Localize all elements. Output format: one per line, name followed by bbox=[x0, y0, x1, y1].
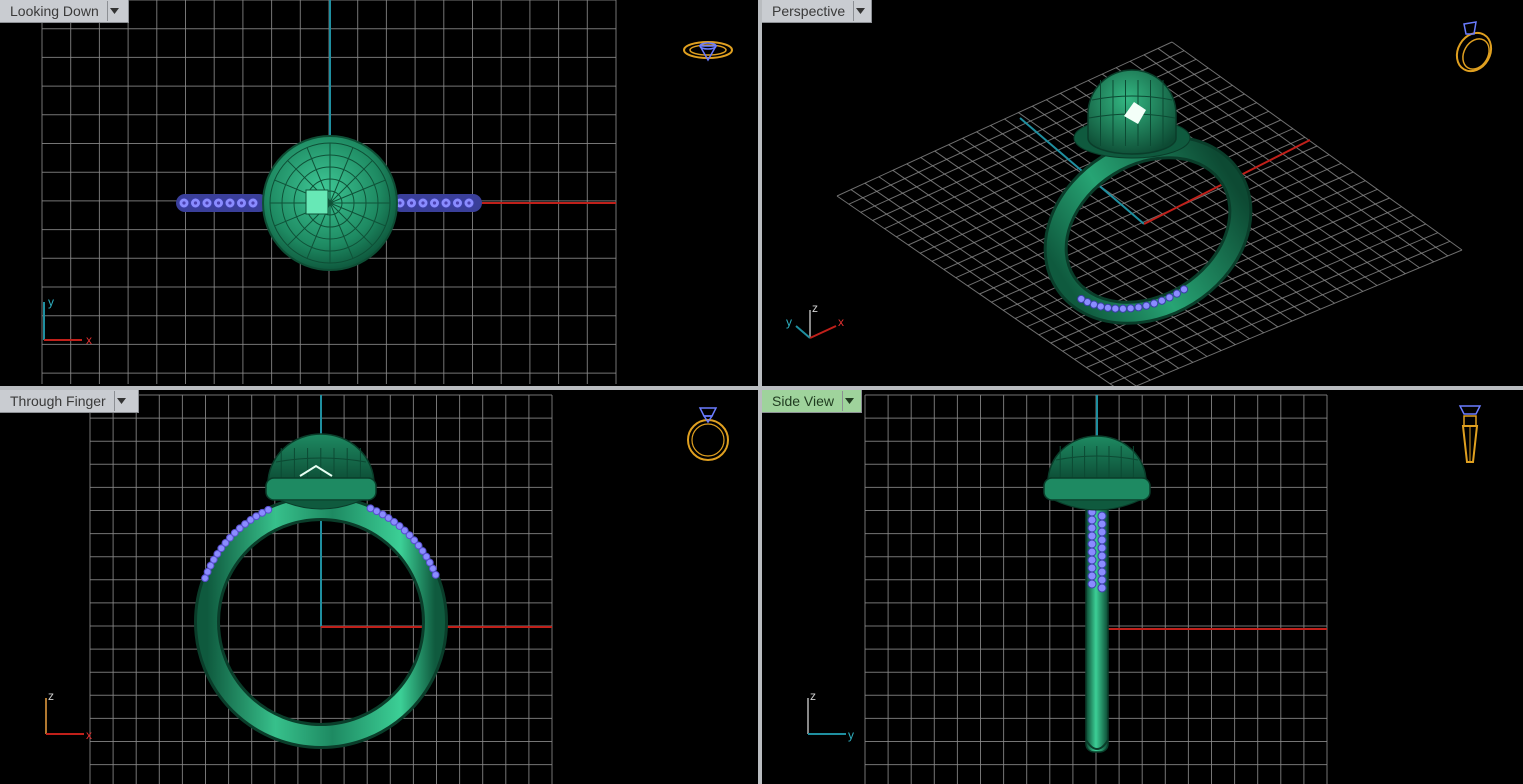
viewport-canvas-perspective[interactable] bbox=[762, 0, 1523, 386]
chevron-down-icon[interactable] bbox=[853, 1, 867, 21]
pave-band-right bbox=[392, 194, 482, 212]
pave-band-left bbox=[176, 194, 268, 212]
axis-triad: z x bbox=[45, 689, 92, 742]
viewport-tab-through-finger[interactable]: Through Finger bbox=[0, 390, 139, 413]
axis-label-y: y bbox=[48, 295, 54, 309]
viewport-splitter-vertical[interactable] bbox=[758, 0, 762, 784]
ring-head-front bbox=[265, 433, 377, 510]
axis-label-x: x bbox=[838, 315, 844, 329]
ring-head-side bbox=[1043, 435, 1151, 511]
ring-view-icon[interactable] bbox=[680, 36, 736, 70]
viewport-tab-label: Side View bbox=[772, 393, 835, 409]
chevron-down-icon[interactable] bbox=[106, 1, 121, 21]
viewport-side-view[interactable]: Side View z y bbox=[762, 390, 1523, 784]
chevron-down-icon[interactable] bbox=[842, 391, 856, 411]
viewport-tab-looking-down[interactable]: Looking Down bbox=[0, 0, 129, 23]
viewport-tab-side-view[interactable]: Side View bbox=[762, 390, 862, 413]
viewport-splitter-horizontal[interactable] bbox=[0, 386, 1523, 390]
viewport-looking-down[interactable]: Looking Down y x bbox=[0, 0, 758, 386]
viewport-canvas-looking-down[interactable] bbox=[0, 0, 758, 386]
viewport-canvas-side-view[interactable] bbox=[762, 390, 1523, 784]
viewport-tab-label: Through Finger bbox=[10, 393, 106, 409]
viewport-tab-label: Perspective bbox=[772, 3, 846, 19]
axis-label-y: y bbox=[848, 728, 854, 742]
axis-label-x: x bbox=[86, 333, 92, 347]
axis-label-z: z bbox=[812, 301, 818, 315]
axis-label-y: y bbox=[786, 315, 792, 329]
ring-view-icon[interactable] bbox=[682, 402, 734, 464]
viewport-tab-label: Looking Down bbox=[10, 3, 99, 19]
axis-label-x: x bbox=[86, 728, 92, 742]
viewport-through-finger[interactable]: Through Finger z x bbox=[0, 390, 758, 784]
axis-label-z: z bbox=[810, 689, 816, 703]
ring-view-icon[interactable] bbox=[1448, 16, 1500, 76]
axis-triad: z y x bbox=[786, 301, 844, 339]
ring-head-top bbox=[262, 135, 398, 271]
chevron-down-icon[interactable] bbox=[113, 391, 128, 411]
axis-triad: y x bbox=[43, 295, 92, 347]
viewport-canvas-through-finger[interactable] bbox=[0, 390, 758, 784]
viewport-perspective[interactable]: Perspective z y x bbox=[762, 0, 1523, 386]
axis-label-z: z bbox=[48, 689, 54, 703]
ring-view-icon[interactable] bbox=[1450, 402, 1490, 468]
viewport-tab-perspective[interactable]: Perspective bbox=[762, 0, 872, 23]
axis-triad: z y bbox=[807, 689, 854, 742]
